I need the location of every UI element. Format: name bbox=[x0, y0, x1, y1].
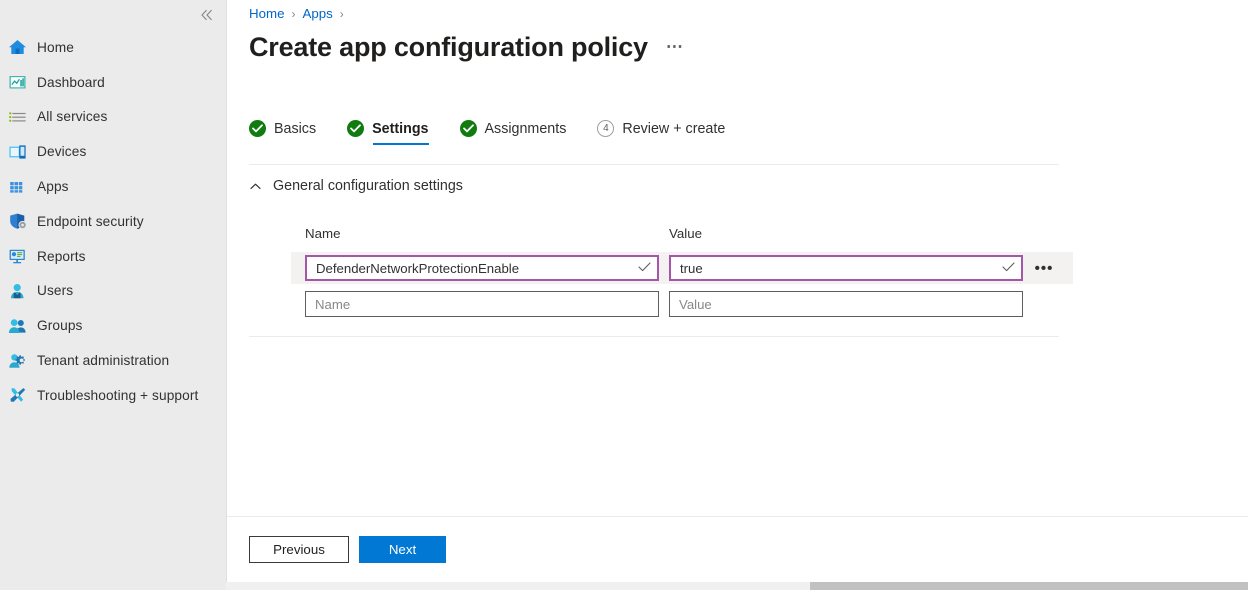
breadcrumb: Home › Apps › bbox=[249, 6, 344, 21]
section-general-configuration-settings[interactable]: General configuration settings bbox=[249, 178, 463, 194]
setting-name-field-wrapper bbox=[305, 255, 659, 281]
sidebar-item-label: Groups bbox=[37, 318, 83, 333]
main-content-panel: Home › Apps › Create app configuration p… bbox=[226, 0, 1248, 582]
sidebar-item-groups[interactable]: Groups bbox=[0, 308, 226, 343]
setting-value-field-wrapper bbox=[669, 255, 1023, 281]
section-title: General configuration settings bbox=[273, 178, 463, 194]
shield-gear-icon bbox=[7, 211, 28, 231]
sidebar-item-label: Devices bbox=[37, 144, 86, 159]
next-button[interactable]: Next bbox=[359, 536, 446, 563]
azure-portal-window: Home Dashboard bbox=[0, 0, 1248, 590]
groups-people-icon bbox=[7, 316, 28, 336]
sidebar-nav: Home Dashboard bbox=[0, 30, 226, 413]
sidebar-item-label: Apps bbox=[37, 179, 69, 194]
apps-grid-icon bbox=[7, 177, 28, 197]
section-divider bbox=[249, 336, 1059, 337]
sidebar-item-label: Dashboard bbox=[37, 75, 105, 90]
sidebar-item-users[interactable]: Users bbox=[0, 274, 226, 309]
setting-value-input[interactable] bbox=[669, 291, 1023, 317]
setting-name-field-wrapper bbox=[305, 291, 659, 317]
horizontal-scrollbar-thumb[interactable] bbox=[810, 582, 1248, 590]
sidebar-item-all-services[interactable]: All services bbox=[0, 100, 226, 135]
devices-monitor-icon bbox=[7, 142, 28, 162]
page-title: Create app configuration policy ⋯ bbox=[249, 32, 684, 63]
sidebar-item-troubleshooting-support[interactable]: Troubleshooting + support bbox=[0, 378, 226, 413]
double-chevron-left-icon[interactable] bbox=[194, 2, 220, 28]
previous-button[interactable]: Previous bbox=[249, 536, 349, 563]
check-circle-icon bbox=[460, 120, 477, 137]
breadcrumb-separator-icon: › bbox=[291, 7, 295, 21]
breadcrumb-item-apps[interactable]: Apps bbox=[302, 6, 332, 21]
sidebar-item-label: Troubleshooting + support bbox=[37, 388, 198, 403]
tab-label: Settings bbox=[372, 121, 428, 137]
sidebar-item-reports[interactable]: Reports bbox=[0, 239, 226, 274]
table-header-row: Name Value bbox=[305, 226, 1073, 252]
sidebar-item-dashboard[interactable]: Dashboard bbox=[0, 65, 226, 100]
sidebar-item-apps[interactable]: Apps bbox=[0, 169, 226, 204]
column-header-value: Value bbox=[669, 226, 1025, 252]
tab-basics[interactable]: Basics bbox=[249, 120, 333, 147]
sidebar-item-label: Home bbox=[37, 40, 74, 55]
tab-settings[interactable]: Settings bbox=[347, 120, 445, 147]
chevron-up-icon[interactable] bbox=[249, 180, 262, 193]
sidebar-item-devices[interactable]: Devices bbox=[0, 134, 226, 169]
check-circle-icon bbox=[347, 120, 364, 137]
tab-label: Review + create bbox=[622, 121, 725, 137]
sidebar-item-label: Reports bbox=[37, 249, 86, 264]
step-number-badge: 4 bbox=[597, 120, 614, 137]
sidebar-item-label: All services bbox=[37, 109, 107, 124]
sidebar-item-endpoint-security[interactable]: Endpoint security bbox=[0, 204, 226, 239]
column-header-name: Name bbox=[305, 226, 669, 252]
breadcrumb-item-home[interactable]: Home bbox=[249, 6, 284, 21]
more-actions-icon[interactable]: ⋯ bbox=[666, 37, 684, 63]
table-row: ••• bbox=[291, 252, 1073, 284]
sidebar-item-tenant-administration[interactable]: Tenant administration bbox=[0, 343, 226, 378]
tab-label: Basics bbox=[274, 121, 316, 137]
scrollbar-gutter-left bbox=[0, 582, 226, 590]
wizard-footer: Previous Next bbox=[249, 536, 446, 563]
page-title-text: Create app configuration policy bbox=[249, 32, 648, 63]
dashboard-chart-icon bbox=[7, 72, 28, 92]
all-services-list-icon bbox=[7, 107, 28, 127]
tab-assignments[interactable]: Assignments bbox=[460, 120, 584, 147]
wizard-steps: Basics Settings Assignments 4 Review + c… bbox=[249, 120, 756, 147]
person-gear-icon bbox=[7, 351, 28, 371]
tab-label: Assignments bbox=[485, 121, 567, 137]
user-icon bbox=[7, 281, 28, 301]
sidebar-item-home[interactable]: Home bbox=[0, 30, 226, 65]
sidebar-item-label: Users bbox=[37, 283, 73, 298]
home-icon bbox=[7, 37, 28, 57]
sidebar-item-label: Endpoint security bbox=[37, 214, 144, 229]
left-sidebar: Home Dashboard bbox=[0, 0, 226, 582]
reports-monitor-icon bbox=[7, 246, 28, 266]
setting-value-field-wrapper bbox=[669, 291, 1023, 317]
horizontal-scrollbar[interactable] bbox=[226, 582, 1248, 590]
footer-divider bbox=[227, 516, 1248, 517]
row-context-menu-icon[interactable]: ••• bbox=[1033, 257, 1055, 279]
setting-name-input[interactable] bbox=[305, 291, 659, 317]
check-circle-icon bbox=[249, 120, 266, 137]
setting-value-input[interactable] bbox=[669, 255, 1023, 281]
wrench-screwdriver-icon bbox=[7, 385, 28, 405]
configuration-settings-table: Name Value ••• bbox=[305, 226, 1073, 320]
tabs-divider bbox=[249, 164, 1059, 165]
sidebar-item-label: Tenant administration bbox=[37, 353, 169, 368]
breadcrumb-separator-icon: › bbox=[340, 7, 344, 21]
setting-name-input[interactable] bbox=[305, 255, 659, 281]
table-row bbox=[291, 288, 1073, 320]
tab-review-create[interactable]: 4 Review + create bbox=[597, 120, 742, 147]
